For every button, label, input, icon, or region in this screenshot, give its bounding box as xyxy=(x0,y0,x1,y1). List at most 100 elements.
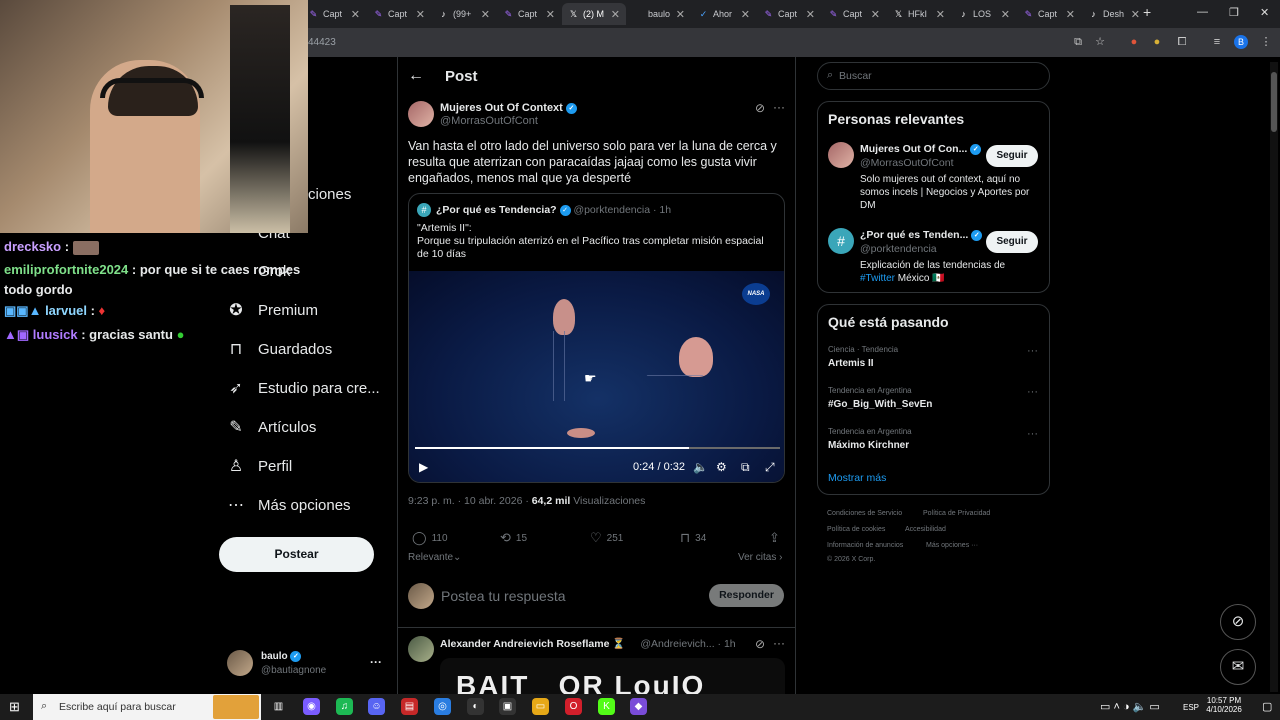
post-button[interactable]: Postear xyxy=(219,537,374,572)
account-name-row[interactable]: baulo ✓ xyxy=(261,651,302,662)
opera-icon[interactable]: O xyxy=(565,698,582,715)
system-tray-icons[interactable]: ▭ ˄ ◑ 🔈 ▭ xyxy=(1100,700,1160,713)
chrome-menu-icon[interactable]: ⋮ xyxy=(1259,35,1273,49)
next-post-media[interactable]: BAIT OR LouIO xyxy=(440,658,785,694)
task-view-icon[interactable]: ▥ xyxy=(270,698,287,715)
reply-button[interactable]: Responder xyxy=(709,584,784,607)
account-more-icon[interactable]: ··· xyxy=(370,655,382,669)
maximize-icon[interactable]: ❐ xyxy=(1229,6,1239,19)
footer-link[interactable]: Política de cookies xyxy=(827,526,885,533)
hashtag-link[interactable]: #Twitter xyxy=(860,273,895,284)
app-icon[interactable]: ◆ xyxy=(630,698,647,715)
nav-partial-notifications[interactable]: ciones xyxy=(308,186,351,203)
more-options-icon[interactable]: ··· xyxy=(773,100,785,114)
tab[interactable]: ✎ Capt ✕ xyxy=(1017,3,1081,25)
settings-gear-icon[interactable]: ⚙ xyxy=(716,460,727,474)
account-avatar[interactable] xyxy=(227,650,253,676)
language-indicator[interactable]: ESP xyxy=(1183,703,1199,712)
video-player[interactable]: NASA ☛ ▶ 0:24 / 0:32 🔈 ⚙ ⧉ ⤢ xyxy=(409,271,784,482)
kick-icon[interactable]: K xyxy=(598,698,615,715)
tab-close-icon[interactable]: ✕ xyxy=(741,8,750,21)
nav-item[interactable]: ⋯ Más opciones xyxy=(226,495,351,515)
trend-more-icon[interactable]: ··· xyxy=(1027,428,1038,440)
next-post-avatar[interactable] xyxy=(408,636,434,662)
volume-icon[interactable]: 🔈 xyxy=(693,460,708,474)
person-avatar[interactable]: # xyxy=(828,228,854,254)
pip-icon[interactable]: ⧉ xyxy=(741,460,750,475)
footer-link[interactable]: Política de Privacidad xyxy=(923,510,990,517)
footer-link[interactable]: Información de anuncios xyxy=(827,542,903,549)
profile-avatar[interactable]: B xyxy=(1234,35,1248,49)
tab[interactable]: baulo ✕ xyxy=(627,3,691,25)
repost-action[interactable]: ⟲ 15 xyxy=(500,530,527,546)
person-avatar[interactable] xyxy=(828,142,854,168)
tab[interactable]: ♪ Desh ✕ xyxy=(1082,3,1146,25)
game-icon[interactable]: ▣ xyxy=(499,698,516,715)
tab[interactable]: 𝕏 (2) M ✕ xyxy=(562,3,626,25)
nav-item[interactable]: ➶ Estudio para cre... xyxy=(226,378,379,398)
extensions-puzzle-icon[interactable]: ⧠ xyxy=(1175,35,1189,49)
extension-color-icon[interactable]: ● xyxy=(1150,35,1164,49)
tab[interactable]: ✎ Capt ✕ xyxy=(757,3,821,25)
tab[interactable]: ✎ Capt ✕ xyxy=(822,3,886,25)
tab-close-icon[interactable]: ✕ xyxy=(1131,8,1140,21)
author-name-row[interactable]: Mujeres Out Of Context ✓ xyxy=(440,102,577,114)
tab-close-icon[interactable]: ✕ xyxy=(1001,8,1010,21)
tab[interactable]: 𝕏 HFkI ✕ xyxy=(887,3,951,25)
tab[interactable]: ♪ (99+ ✕ xyxy=(432,3,496,25)
trend-more-icon[interactable]: ··· xyxy=(1027,386,1038,398)
new-tab-button[interactable]: + xyxy=(1143,4,1151,20)
bookmark-action[interactable]: ⊓ 34 xyxy=(680,530,706,546)
show-more-link[interactable]: Mostrar más xyxy=(828,472,886,484)
spotify-icon[interactable]: ♫ xyxy=(336,698,353,715)
tab-close-icon[interactable]: ✕ xyxy=(936,8,945,21)
tab[interactable]: ✎ Capt ✕ xyxy=(367,3,431,25)
nav-item[interactable]: ⊓ Guardados xyxy=(226,339,332,359)
share-action[interactable]: ⇪ xyxy=(769,530,780,546)
close-window-icon[interactable]: ✕ xyxy=(1260,6,1269,19)
like-action[interactable]: ♡ 251 xyxy=(590,530,623,546)
folder-icon[interactable]: ▭ xyxy=(532,698,549,715)
person-name-row[interactable]: Mujeres Out Of Con... ✓ xyxy=(860,143,982,155)
fullscreen-icon[interactable]: ⤢ xyxy=(765,460,775,475)
taskbar-search[interactable]: ⌕ Escribe aquí para buscar xyxy=(33,694,261,720)
nav-item[interactable]: ♙ Perfil xyxy=(226,456,292,476)
tab-close-icon[interactable]: ✕ xyxy=(611,8,620,21)
follow-button[interactable]: Seguir xyxy=(986,145,1038,167)
chrome-icon[interactable]: ◎ xyxy=(434,698,451,715)
footer-link[interactable]: Accesibilidad xyxy=(905,526,946,533)
obs-icon[interactable]: ◐ xyxy=(467,698,484,715)
url-field[interactable]: 44423 xyxy=(308,37,336,48)
tab-close-icon[interactable]: ✕ xyxy=(871,8,880,21)
follow-button[interactable]: Seguir xyxy=(986,231,1038,253)
tab-close-icon[interactable]: ✕ xyxy=(676,8,685,21)
windows-start-icon[interactable]: ⊞ xyxy=(9,699,20,715)
grok-icon[interactable]: ⊘ xyxy=(755,637,765,651)
scrollbar-thumb[interactable] xyxy=(1271,72,1277,132)
tab-close-icon[interactable]: ✕ xyxy=(1066,8,1075,21)
footer-link[interactable]: Condiciones de Servicio xyxy=(827,510,902,517)
trend-item[interactable]: #Go_Big_With_SevEn xyxy=(828,399,932,410)
discord-icon[interactable]: ☺ xyxy=(368,698,385,715)
grok-icon[interactable]: ⊘ xyxy=(755,101,765,115)
reply-input[interactable]: Postea tu respuesta xyxy=(441,588,566,604)
tab[interactable]: ♪ LOS ✕ xyxy=(952,3,1016,25)
clock[interactable]: 10:57 PM 4/10/2026 xyxy=(1206,696,1242,714)
quoted-post-card[interactable]: # ¿Por qué es Tendencia? ✓ @porktendenci… xyxy=(408,193,785,483)
minimize-icon[interactable]: — xyxy=(1197,6,1208,18)
tab-close-icon[interactable]: ✕ xyxy=(481,8,490,21)
copilot-icon[interactable]: ◉ xyxy=(303,698,320,715)
nav-item[interactable]: ✪ Premium xyxy=(226,300,318,320)
author-avatar[interactable] xyxy=(408,101,434,127)
media-control-icon[interactable]: ≡ xyxy=(1210,35,1224,49)
tab-close-icon[interactable]: ✕ xyxy=(416,8,425,21)
notification-icon[interactable]: ▢ xyxy=(1262,700,1272,713)
person-name-row[interactable]: ¿Por qué es Tenden... ✓ xyxy=(860,229,983,241)
scrollbar[interactable] xyxy=(1270,62,1278,692)
extension-fox-icon[interactable]: ● xyxy=(1127,35,1141,49)
tab-close-icon[interactable]: ✕ xyxy=(351,8,360,21)
nav-item[interactable]: ✎ Artículos xyxy=(226,417,316,437)
tab[interactable]: ✎ Capt ✕ xyxy=(302,3,366,25)
footer-link[interactable]: Más opciones ··· xyxy=(926,542,978,549)
trend-more-icon[interactable]: ··· xyxy=(1027,345,1038,357)
